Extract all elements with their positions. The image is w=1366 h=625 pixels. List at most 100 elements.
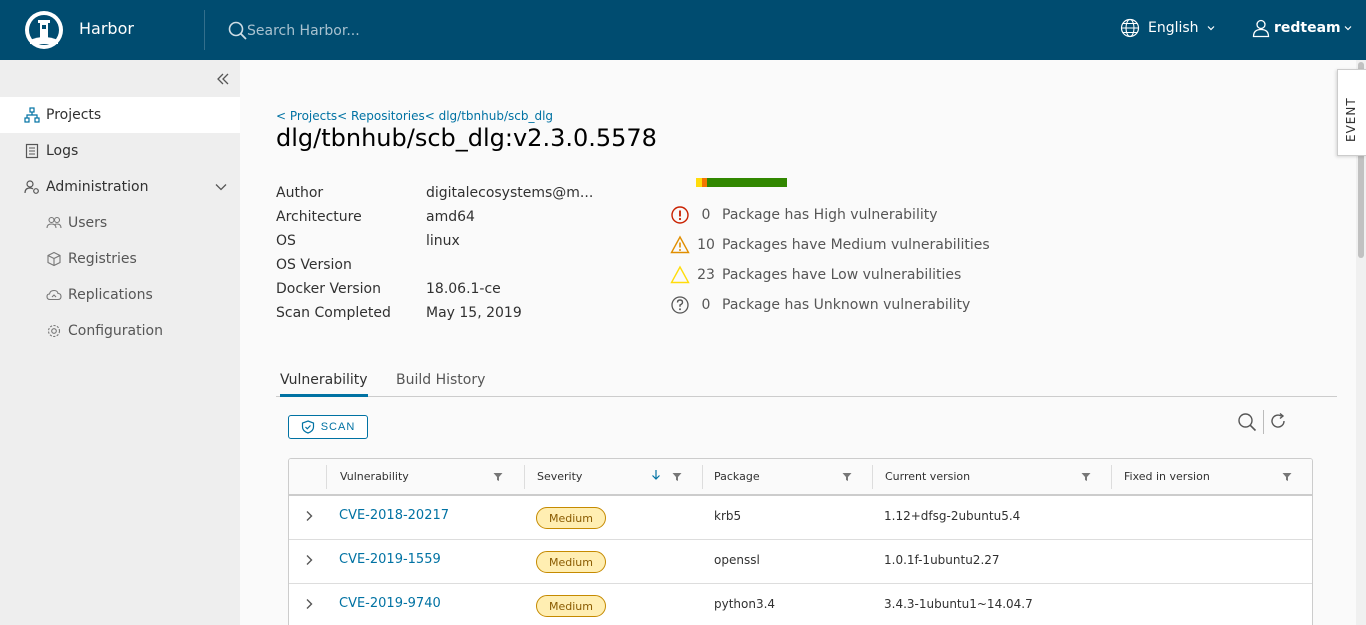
filter-icon[interactable]	[1282, 472, 1292, 482]
sidebar-item-registries[interactable]: Registries	[0, 241, 240, 277]
sort-down-icon[interactable]	[651, 469, 661, 481]
package-name: krb5	[714, 509, 742, 523]
user-icon	[1252, 19, 1270, 38]
gear-icon	[47, 324, 61, 338]
harbor-logo-icon[interactable]	[24, 10, 64, 50]
info-label-author: Author	[276, 185, 324, 201]
info-label-os: OS	[276, 233, 296, 249]
table-row: CVE-2019-9740 Medium python3.4 3.4.3-1ub…	[289, 584, 1312, 625]
filter-icon[interactable]	[672, 472, 682, 482]
vuln-count: 10	[697, 237, 715, 253]
collapse-sidebar-icon[interactable]	[216, 72, 230, 86]
sidebar-item-label: Logs	[46, 143, 79, 159]
grid-search-icon[interactable]	[1237, 412, 1257, 432]
current-version: 1.12+dfsg-2ubuntu5.4	[884, 509, 1021, 523]
vuln-count: 23	[697, 267, 715, 283]
info-value-docker-version: 18.06.1-ce	[426, 281, 501, 297]
page-title: dlg/tbnhub/scb_dlg:v2.3.0.5578	[276, 124, 657, 152]
header-divider	[204, 10, 205, 50]
info-label-docker-version: Docker Version	[276, 281, 381, 297]
sidebar-item-users[interactable]: Users	[0, 205, 240, 241]
cve-link[interactable]: CVE-2019-1559	[339, 552, 441, 567]
filter-icon[interactable]	[493, 472, 503, 482]
column-header-severity[interactable]: Severity	[537, 459, 582, 494]
table-row: CVE-2019-1559 Medium openssl 1.0.1f-1ubu…	[289, 540, 1312, 584]
registries-icon	[47, 251, 61, 267]
language-label: English	[1148, 20, 1199, 36]
column-header-package[interactable]: Package	[714, 459, 760, 494]
sidebar-item-label: Replications	[68, 287, 153, 303]
vuln-text: Packages have Medium vulnerabilities	[722, 237, 990, 253]
info-value-os: linux	[426, 233, 460, 249]
sidebar-item-administration[interactable]: Administration	[0, 169, 240, 205]
column-header-current-version[interactable]: Current version	[885, 459, 970, 494]
tab-vulnerability[interactable]: Vulnerability	[280, 372, 368, 397]
top-header: Harbor English redteam	[0, 0, 1366, 60]
info-value-architecture: amd64	[426, 209, 475, 225]
column-header-vulnerability[interactable]: Vulnerability	[340, 459, 409, 494]
shield-check-icon	[301, 420, 314, 434]
chevron-down-icon	[1207, 26, 1214, 31]
brand-title[interactable]: Harbor	[79, 19, 134, 38]
search-icon	[228, 21, 247, 40]
info-value-scan-completed: May 15, 2019	[426, 305, 522, 321]
vuln-summary-high: 0 Package has High vulnerability	[670, 205, 938, 225]
sidebar: Projects Logs Administration Users Regis…	[0, 60, 240, 625]
unknown-severity-icon	[671, 296, 689, 314]
event-tab-label: EVENT	[1344, 97, 1358, 142]
users-icon	[46, 216, 62, 229]
info-value-author: digitalecosystems@m...	[426, 185, 594, 201]
administration-icon	[24, 180, 39, 194]
scan-button[interactable]: SCAN	[288, 415, 368, 439]
scan-button-label: SCAN	[320, 421, 356, 433]
tab-build-history[interactable]: Build History	[396, 372, 485, 394]
vuln-text: Package has Unknown vulnerability	[722, 297, 971, 313]
breadcrumb[interactable]: < Projects< Repositories< dlg/tbnhub/scb…	[276, 109, 553, 123]
column-separator	[524, 465, 525, 489]
column-header-fixed-version[interactable]: Fixed in version	[1124, 459, 1210, 494]
globe-icon	[1120, 18, 1140, 38]
vuln-summary-low: 23 Packages have Low vulnerabilities	[670, 265, 961, 285]
info-label-architecture: Architecture	[276, 209, 362, 225]
vuln-count: 0	[701, 297, 711, 313]
current-version: 1.0.1f-1ubuntu2.27	[884, 553, 1000, 567]
expand-row-icon[interactable]	[303, 510, 315, 522]
expand-row-icon[interactable]	[303, 598, 315, 610]
sidebar-item-configuration[interactable]: Configuration	[0, 313, 240, 349]
language-selector[interactable]: English	[1120, 18, 1215, 38]
vulnerability-grid: Vulnerability Severity Package Current v…	[288, 458, 1313, 625]
cve-link[interactable]: CVE-2019-9740	[339, 596, 441, 611]
logs-icon	[25, 143, 39, 159]
vuln-text: Packages have Low vulnerabilities	[722, 267, 962, 283]
cloud-replication-icon	[46, 289, 62, 301]
sidebar-item-label: Configuration	[68, 323, 163, 339]
sidebar-item-logs[interactable]: Logs	[0, 133, 240, 169]
sidebar-item-projects[interactable]: Projects	[0, 97, 240, 133]
high-severity-icon	[671, 206, 689, 224]
filter-icon[interactable]	[842, 472, 852, 482]
table-row: CVE-2018-20217 Medium krb5 1.12+dfsg-2ub…	[289, 496, 1312, 540]
severity-badge: Medium	[536, 507, 606, 529]
severity-badge: Medium	[536, 551, 606, 573]
event-side-tab[interactable]: EVENT	[1337, 69, 1366, 156]
sidebar-item-label: Registries	[68, 251, 137, 267]
expand-row-icon[interactable]	[303, 554, 315, 566]
user-menu[interactable]: redteam	[1251, 18, 1352, 38]
projects-icon	[24, 107, 40, 123]
filter-icon[interactable]	[1081, 472, 1091, 482]
sidebar-item-replications[interactable]: Replications	[0, 277, 240, 313]
detail-tabs: Vulnerability Build History	[276, 364, 1337, 397]
package-name: openssl	[714, 553, 760, 567]
search-input[interactable]	[247, 19, 547, 43]
info-label-scan-completed: Scan Completed	[276, 305, 391, 321]
username-label: redteam	[1274, 20, 1341, 36]
grid-header: Vulnerability Severity Package Current v…	[289, 459, 1312, 496]
chevron-down-icon	[215, 184, 227, 191]
cve-link[interactable]: CVE-2018-20217	[339, 508, 449, 523]
sidebar-item-label: Users	[68, 215, 108, 231]
medium-severity-icon	[670, 235, 690, 254]
vulnerability-distribution-bar	[696, 178, 787, 187]
column-separator	[326, 465, 327, 489]
vuln-count: 0	[701, 207, 711, 223]
refresh-icon[interactable]	[1268, 411, 1288, 431]
